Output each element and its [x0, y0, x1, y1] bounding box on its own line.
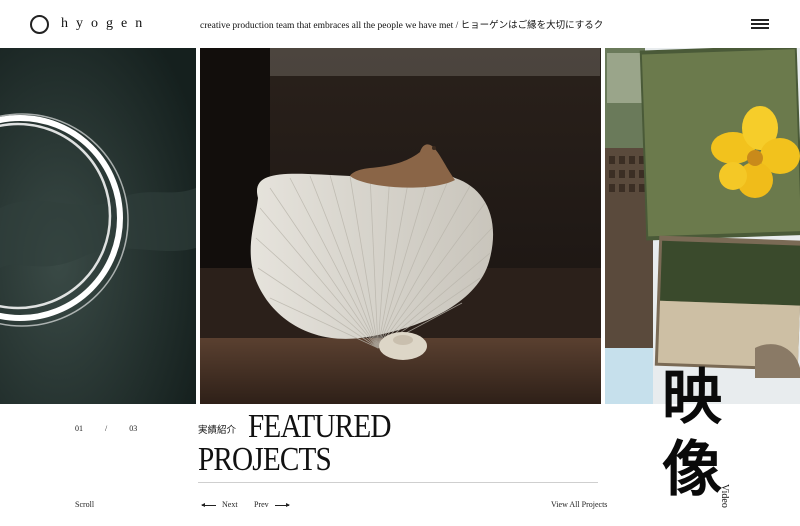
next-label: Next	[222, 500, 238, 509]
divider	[198, 482, 598, 483]
brush-circle-graphic	[0, 48, 196, 404]
section-label-jp: 実績紹介	[198, 425, 237, 436]
next-button[interactable]: Next	[201, 500, 238, 509]
view-all-projects-link[interactable]: View All Projects	[551, 500, 607, 509]
project-image-right[interactable]	[605, 48, 800, 404]
arrow-right-icon	[274, 502, 290, 507]
ring-icon	[30, 14, 49, 34]
project-image-main[interactable]	[200, 48, 601, 404]
slide-total: 03	[129, 424, 138, 433]
section-title-line2: PROJECTS	[198, 441, 332, 478]
slide-separator: /	[105, 424, 108, 433]
scroll-indicator[interactable]: Scroll	[75, 500, 94, 509]
section-title-line1: FEATURED	[248, 408, 391, 445]
site-header: hyogen creative production team that emb…	[0, 0, 800, 48]
paper-fan-graphic	[200, 48, 601, 404]
category-label-en: Video	[719, 484, 730, 508]
slide-counter: 01 / 03	[75, 424, 137, 433]
project-image-left[interactable]	[0, 48, 196, 404]
category-kanji-1: 映	[662, 363, 722, 433]
prev-label: Prev	[254, 500, 269, 509]
slide-current: 01	[75, 424, 83, 433]
logo-link[interactable]: hyogen	[30, 13, 150, 35]
arrow-left-icon	[201, 502, 216, 507]
logo-text: hyogen	[61, 16, 151, 31]
header-tagline: creative production team that embraces a…	[200, 21, 605, 31]
hamburger-menu-icon[interactable]	[751, 17, 769, 31]
collage-graphic	[605, 48, 800, 404]
prev-button[interactable]: Prev	[254, 500, 290, 509]
